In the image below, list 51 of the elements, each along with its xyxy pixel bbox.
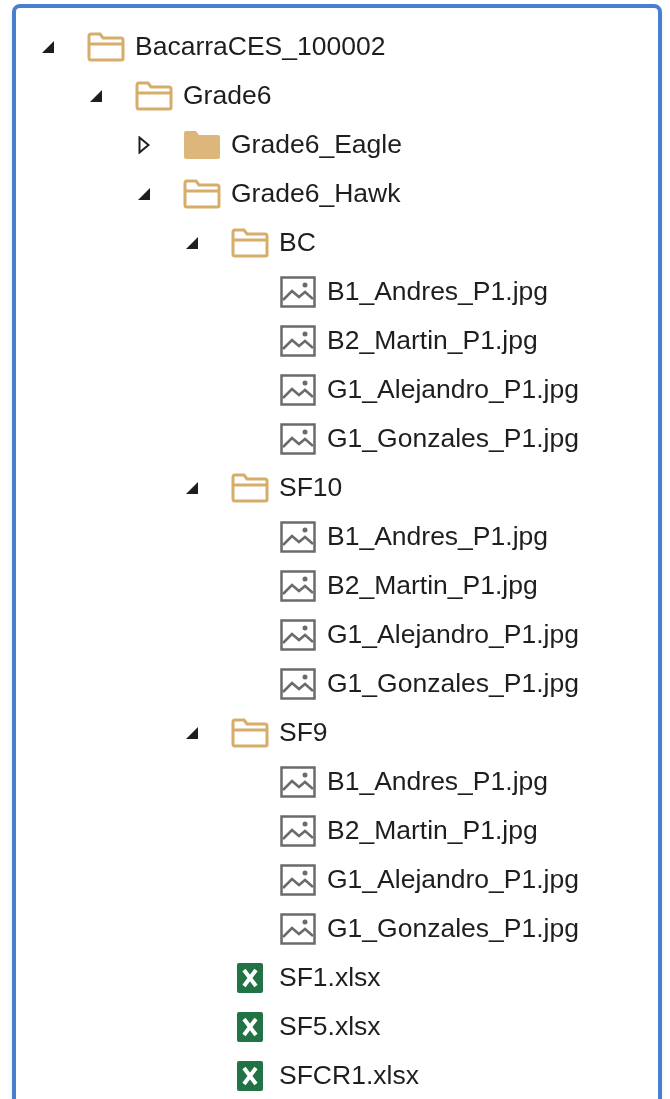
image-file-icon — [279, 275, 316, 308]
tree-item-label[interactable]: G1_Alejandro_P1.jpg — [327, 369, 579, 410]
image-file-icon — [279, 520, 316, 553]
tree-item-label[interactable]: SF9 — [279, 712, 328, 753]
expanded-arrow-icon[interactable] — [41, 39, 55, 54]
tree-item-label[interactable]: B1_Andres_P1.jpg — [327, 761, 548, 802]
open-folder-icon — [134, 80, 173, 111]
tree-item-label[interactable]: SF10 — [279, 467, 343, 508]
image-file-icon — [279, 569, 316, 602]
expanded-arrow-icon[interactable] — [185, 235, 199, 250]
folder-icon — [182, 129, 221, 160]
tree-item-label[interactable]: G1_Alejandro_P1.jpg — [327, 859, 579, 900]
spreadsheet-file-icon — [236, 962, 263, 993]
expanded-arrow-icon[interactable] — [89, 88, 103, 103]
tree-item-label[interactable]: G1_Gonzales_P1.jpg — [327, 418, 579, 459]
image-file-icon — [279, 324, 316, 357]
image-file-icon — [279, 765, 316, 798]
image-file-icon — [279, 373, 316, 406]
open-folder-icon — [182, 178, 221, 209]
expanded-arrow-icon[interactable] — [185, 480, 199, 495]
expanded-arrow-icon[interactable] — [137, 186, 151, 201]
tree-item-label[interactable]: Grade6_Hawk — [231, 173, 401, 214]
tree-item-label[interactable]: BC — [279, 222, 316, 263]
tree-item-label[interactable]: G1_Gonzales_P1.jpg — [327, 663, 579, 704]
image-file-icon — [279, 422, 316, 455]
tree-item-label[interactable]: G1_Alejandro_P1.jpg — [327, 614, 579, 655]
tree-item-label[interactable]: B2_Martin_P1.jpg — [327, 565, 538, 606]
open-folder-icon — [230, 472, 269, 503]
spreadsheet-file-icon — [236, 1060, 263, 1091]
tree-item-label[interactable]: B1_Andres_P1.jpg — [327, 516, 548, 557]
tree-item-label[interactable]: BacarraCES_100002 — [135, 26, 386, 67]
tree-item-label[interactable]: B2_Martin_P1.jpg — [327, 320, 538, 361]
tree-item-label[interactable]: G1_Gonzales_P1.jpg — [327, 908, 579, 949]
expanded-arrow-icon[interactable] — [185, 725, 199, 740]
open-folder-icon — [230, 227, 269, 258]
open-folder-icon — [230, 717, 269, 748]
tree-item-label[interactable]: Grade6 — [183, 75, 272, 116]
tree-item-label[interactable]: SFCR1.xlsx — [279, 1055, 419, 1096]
image-file-icon — [279, 814, 316, 847]
tree-item-label[interactable]: SF5.xlsx — [279, 1006, 381, 1047]
tree-item-label[interactable]: B2_Martin_P1.jpg — [327, 810, 538, 851]
spreadsheet-file-icon — [236, 1011, 263, 1042]
collapsed-arrow-icon[interactable] — [138, 135, 150, 154]
tree-item-label[interactable]: B1_Andres_P1.jpg — [327, 271, 548, 312]
image-file-icon — [279, 618, 316, 651]
open-folder-icon — [86, 31, 125, 62]
image-file-icon — [279, 863, 316, 896]
image-file-icon — [279, 912, 316, 945]
tree-item-label[interactable]: Grade6_Eagle — [231, 124, 402, 165]
image-file-icon — [279, 667, 316, 700]
tree-item-label[interactable]: SF1.xlsx — [279, 957, 381, 998]
